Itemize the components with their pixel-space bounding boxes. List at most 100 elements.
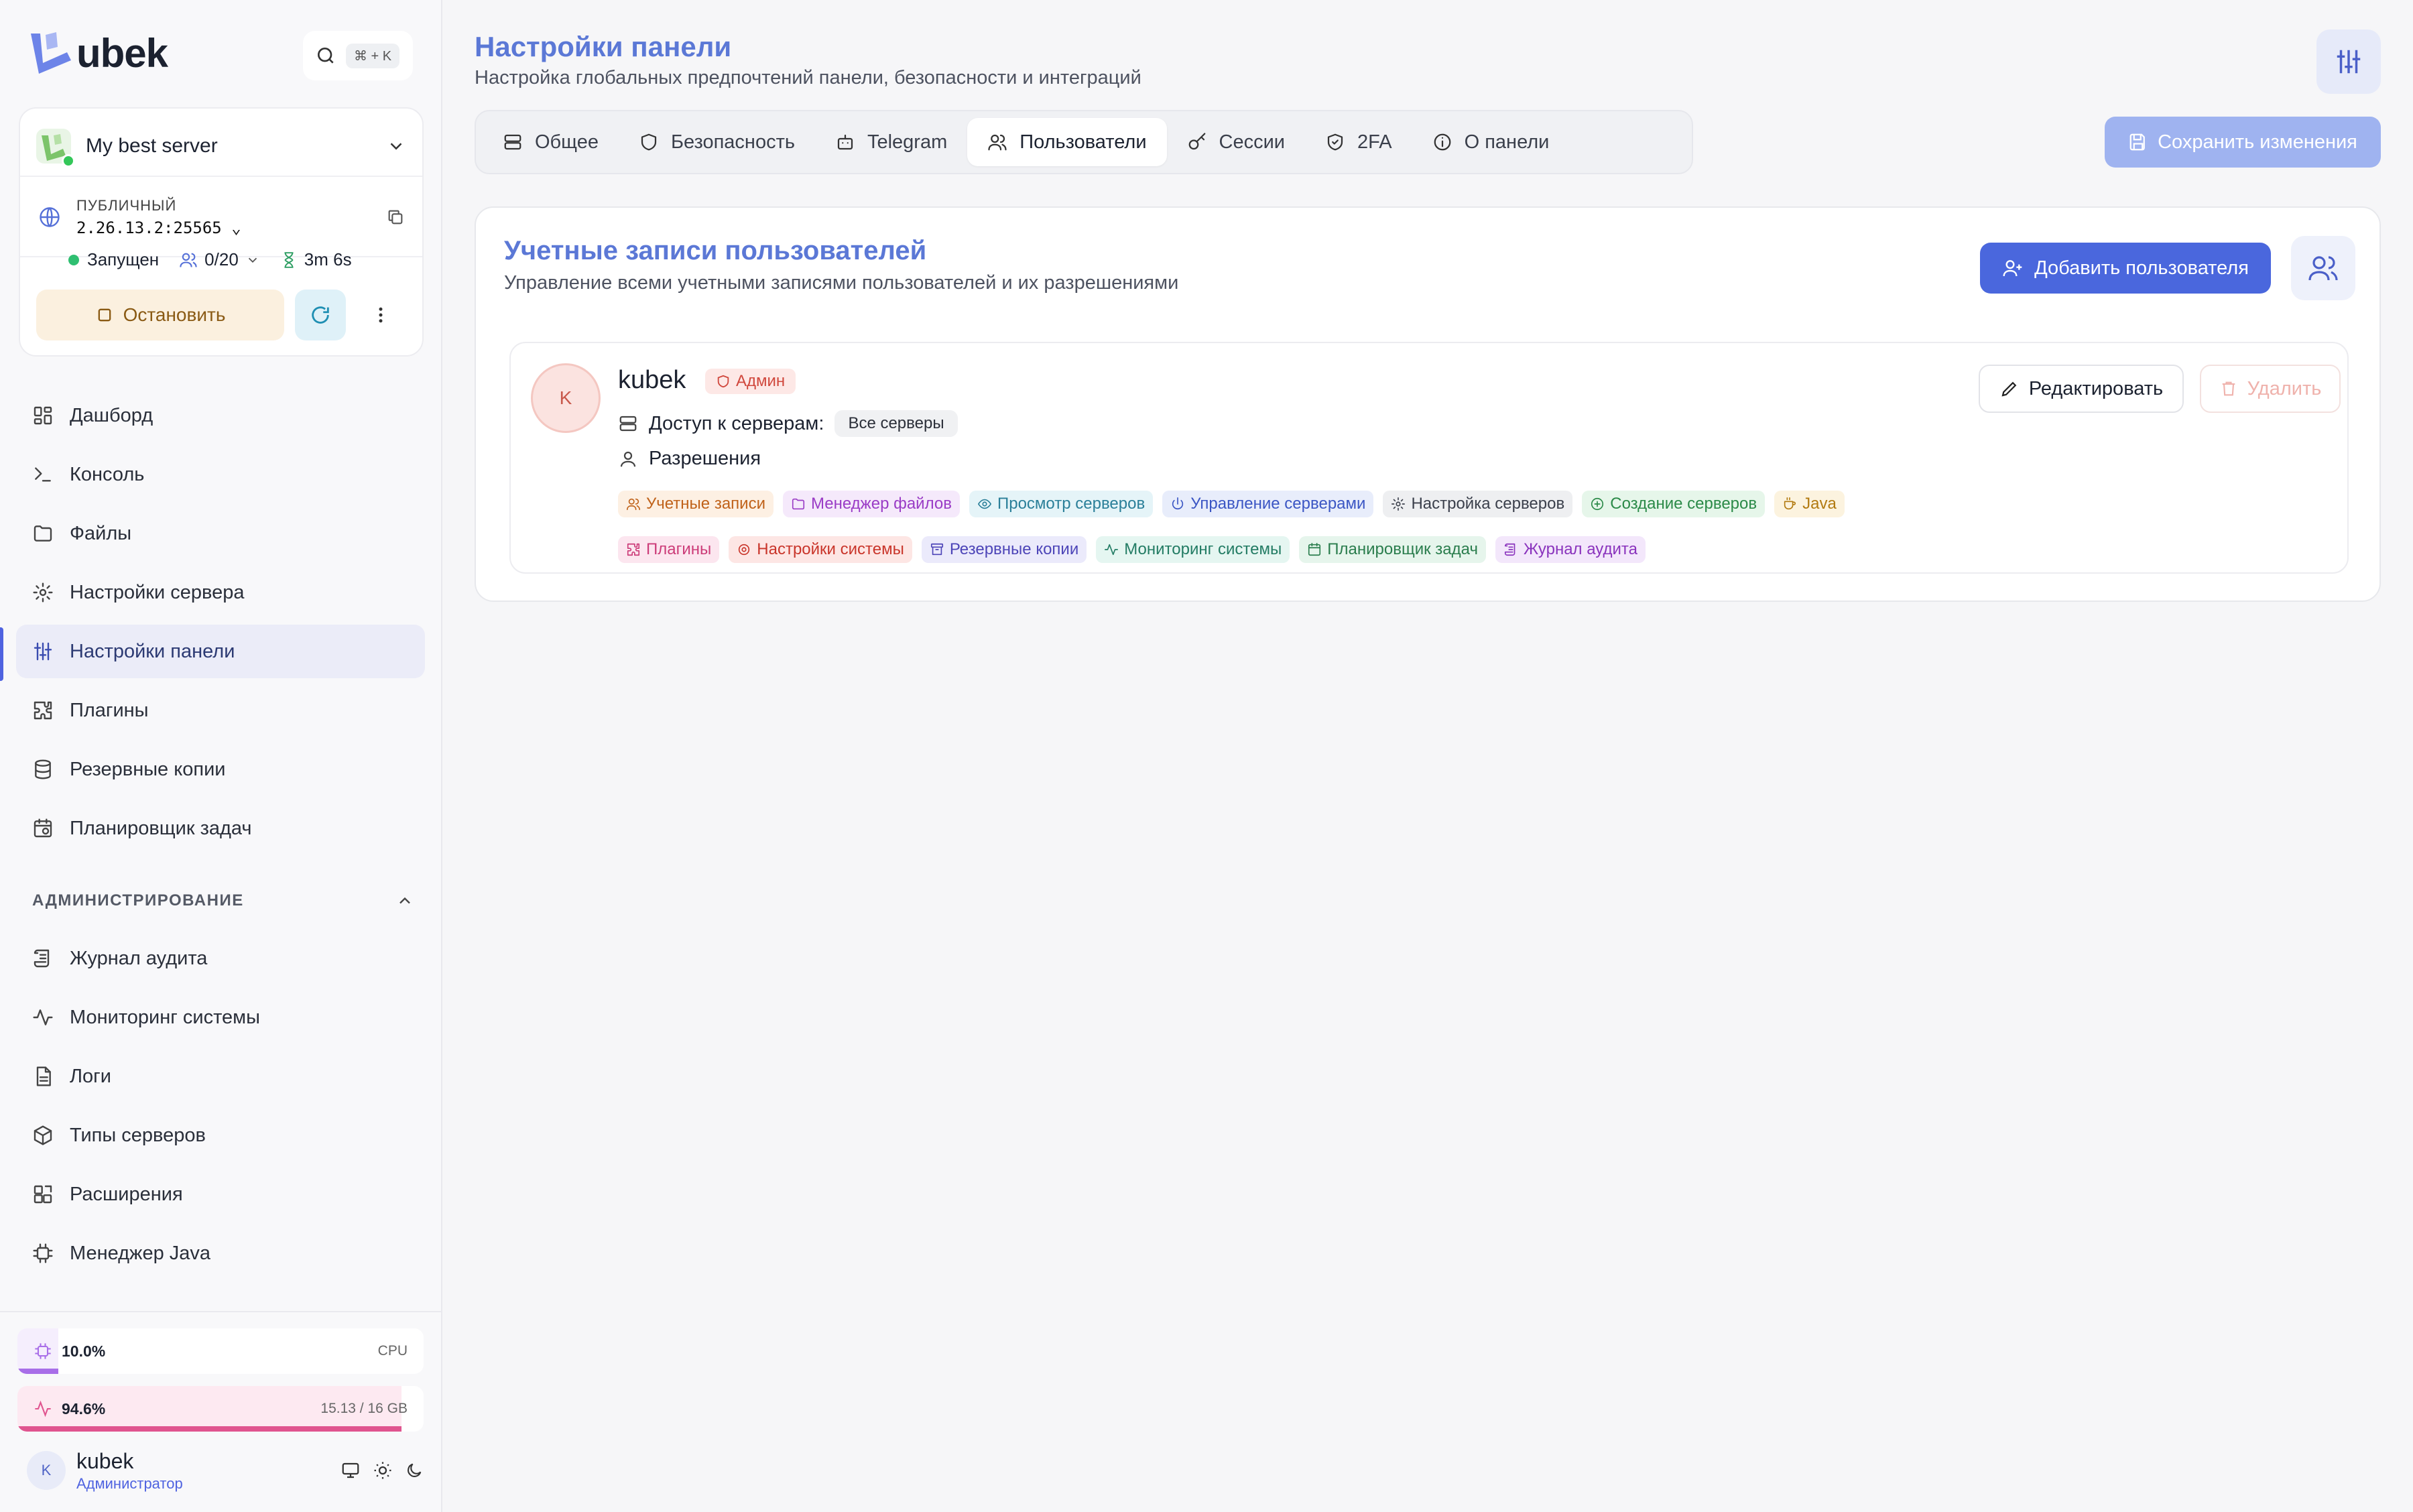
add-user-button[interactable]: Добавить пользователя bbox=[1980, 243, 2271, 294]
cpu-usage-bar: 10.0% CPU bbox=[17, 1328, 424, 1374]
sidebar-item-label: Дашборд bbox=[70, 404, 153, 426]
settings-tabs: Общее Безопасность Telegram Пользователи Сес… bbox=[475, 110, 1693, 174]
current-user[interactable]: K kubek Администратор bbox=[27, 1445, 424, 1496]
sidebar-item[interactable]: Консоль bbox=[16, 448, 425, 501]
server-icon bbox=[504, 134, 521, 150]
search-button[interactable]: ⌘ + K bbox=[303, 31, 413, 80]
sidebar-item[interactable]: Настройки сервера bbox=[16, 566, 425, 619]
more-actions-button[interactable] bbox=[361, 290, 401, 340]
permission-label: Управление серверами bbox=[1190, 495, 1366, 513]
settings-tab[interactable]: Безопасность bbox=[619, 118, 815, 166]
moon-icon[interactable] bbox=[405, 1461, 424, 1480]
admin-nav: Журнал аудита Мониторинг системы Логи Типы … bbox=[16, 932, 425, 1285]
tab-label: Безопасность bbox=[670, 131, 795, 153]
sidebar-item[interactable]: Дашборд bbox=[16, 389, 425, 442]
sidebar-item-label: Мониторинг системы bbox=[70, 1006, 260, 1028]
sidebar-admin-item[interactable]: Логи bbox=[16, 1050, 425, 1103]
permission-badge: Настройка серверов bbox=[1383, 491, 1573, 517]
calendar-icon bbox=[1308, 543, 1321, 556]
tab-label: О панели bbox=[1464, 131, 1550, 153]
server-access-row: Доступ к серверам: Все серверы bbox=[618, 410, 958, 437]
info-icon bbox=[1434, 133, 1450, 151]
server-selector[interactable]: My best server bbox=[36, 125, 406, 168]
sidebar-admin-item[interactable]: Журнал аудита bbox=[16, 932, 425, 985]
permission-label: Менеджер файлов bbox=[810, 495, 952, 513]
sidebar-item[interactable]: Файлы bbox=[16, 507, 425, 560]
players-counter[interactable]: 0/20 bbox=[179, 249, 260, 270]
restart-server-button[interactable] bbox=[295, 290, 346, 340]
permission-badge: Планировщик задач bbox=[1299, 536, 1486, 563]
users-panel-subtitle: Управление всеми учетными записями польз… bbox=[504, 272, 1179, 294]
sidebar-admin-item[interactable]: Менеджер Java bbox=[16, 1226, 425, 1280]
permission-badge: Плагины bbox=[618, 536, 720, 563]
calendar-clock-icon bbox=[34, 818, 52, 838]
copy-icon[interactable] bbox=[386, 208, 405, 227]
sidebar-item[interactable]: Плагины bbox=[16, 684, 425, 737]
chevron-down-icon bbox=[390, 143, 402, 150]
server-access-value: Все серверы bbox=[834, 410, 958, 437]
theme-switcher bbox=[341, 1460, 424, 1480]
tab-label: 2FA bbox=[1357, 131, 1392, 153]
admin-section-header[interactable]: АДМИНИСТРИРОВАНИЕ bbox=[32, 891, 414, 910]
settings-tab[interactable]: Сессии bbox=[1167, 118, 1305, 166]
users-panel-title: Учетные записи пользователей bbox=[504, 236, 927, 265]
sidebar-item[interactable]: Планировщик задач bbox=[16, 802, 425, 855]
server-name: My best server bbox=[86, 135, 218, 157]
ram-percent: 94.6% bbox=[62, 1399, 106, 1418]
panel-settings-button[interactable] bbox=[2316, 29, 2381, 94]
edit-user-button[interactable]: Редактировать bbox=[1979, 365, 2184, 413]
database-icon bbox=[35, 759, 51, 779]
search-icon bbox=[318, 48, 334, 64]
folder-icon bbox=[792, 498, 805, 510]
folder-icon bbox=[34, 525, 52, 542]
trash-icon bbox=[2222, 381, 2235, 396]
bot-icon bbox=[837, 134, 853, 150]
delete-user-button[interactable]: Удалить bbox=[2200, 365, 2341, 413]
logo-text: ubek bbox=[76, 30, 168, 76]
tab-label: Telegram bbox=[867, 131, 948, 153]
users-overview-button[interactable] bbox=[2291, 236, 2355, 300]
key-icon bbox=[1188, 133, 1205, 150]
permission-label: Мониторинг системы bbox=[1124, 540, 1282, 558]
ip-label: ПУБЛИЧНЫЙ bbox=[76, 197, 177, 214]
sidebar-item-label: Настройки панели bbox=[70, 640, 235, 662]
stop-label: Остановить bbox=[123, 304, 226, 325]
sidebar-item-label: Расширения bbox=[70, 1183, 183, 1205]
sidebar-item[interactable]: Настройки панели bbox=[16, 625, 425, 678]
settings-tab[interactable]: Telegram bbox=[815, 118, 967, 166]
activity-icon bbox=[33, 1009, 53, 1025]
tab-label: Сессии bbox=[1219, 131, 1286, 153]
app-logo[interactable]: ubek bbox=[27, 29, 168, 76]
scroll-icon bbox=[1504, 543, 1515, 556]
permission-label: Настройки системы bbox=[757, 540, 904, 558]
settings-tab[interactable]: О панели bbox=[1412, 118, 1570, 166]
sidebar-item[interactable]: Резервные копии bbox=[16, 743, 425, 796]
permission-badge: Журнал аудита bbox=[1495, 536, 1646, 563]
sidebar-item-label: Консоль bbox=[70, 463, 145, 485]
chevron-down-icon bbox=[248, 257, 257, 263]
sun-icon[interactable] bbox=[373, 1460, 393, 1480]
permission-badge: Просмотр серверов bbox=[969, 491, 1154, 517]
stop-server-button[interactable]: Остановить bbox=[36, 290, 284, 340]
sidebar-item-label: Менеджер Java bbox=[70, 1242, 211, 1264]
save-changes-button[interactable]: Сохранить изменения bbox=[2105, 117, 2381, 168]
users-icon bbox=[180, 253, 197, 267]
sidebar-admin-item[interactable]: Мониторинг системы bbox=[16, 991, 425, 1044]
cog-icon bbox=[739, 544, 750, 556]
active-indicator bbox=[0, 627, 3, 681]
sidebar-item-label: Плагины bbox=[70, 699, 149, 721]
monitor-icon[interactable] bbox=[341, 1460, 361, 1480]
sidebar-admin-item[interactable]: Расширения bbox=[16, 1168, 425, 1221]
shield-check-icon bbox=[1327, 133, 1343, 151]
players-count: 0/20 bbox=[204, 249, 239, 269]
settings-tab[interactable]: Общее bbox=[483, 118, 619, 166]
save-label: Сохранить изменения bbox=[2158, 131, 2357, 153]
more-vertical-icon bbox=[379, 307, 383, 323]
settings-tab[interactable]: 2FA bbox=[1305, 118, 1412, 166]
ip-address[interactable]: 2.26.13.2:25565 ⌄ bbox=[76, 218, 241, 237]
sidebar-admin-item[interactable]: Типы серверов bbox=[16, 1109, 425, 1162]
package-icon bbox=[34, 1125, 52, 1145]
settings-tab[interactable]: Пользователи bbox=[967, 118, 1167, 166]
permission-label: Java bbox=[1802, 495, 1837, 513]
divider bbox=[20, 176, 422, 177]
